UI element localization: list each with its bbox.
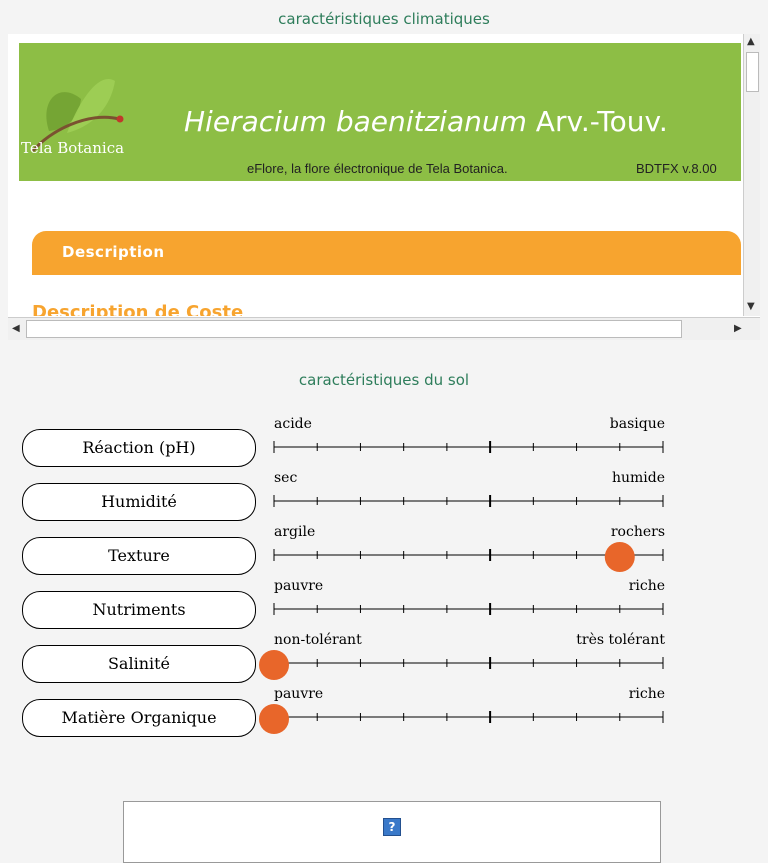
scale-label: Matière Organique xyxy=(22,699,256,737)
scale-value-marker xyxy=(259,704,289,734)
scale-label: Humidité xyxy=(22,483,256,521)
scale-max-label: riche xyxy=(628,578,665,594)
scale-value-marker xyxy=(604,542,635,572)
scale-max-label: rochers xyxy=(610,524,665,540)
scale-label: Salinité xyxy=(22,645,256,683)
scale-value-marker xyxy=(259,650,289,680)
scale-label: Nutriments xyxy=(22,591,256,629)
help-icon[interactable]: ? xyxy=(383,818,401,836)
scale-max-label: riche xyxy=(628,686,665,702)
scale-min-label: pauvre xyxy=(274,578,324,594)
scale-max-label: basique xyxy=(609,416,665,432)
scale-label: Réaction (pH) xyxy=(22,429,256,467)
help-panel: ? xyxy=(123,801,661,863)
scale-min-label: acide xyxy=(274,416,312,432)
scale-label: Texture xyxy=(22,537,256,575)
scale-min-label: argile xyxy=(274,524,316,540)
scale-min-label: non-tolérant xyxy=(274,632,362,648)
scale-min-label: sec xyxy=(274,470,298,486)
scale-max-label: humide xyxy=(611,470,665,486)
scale-min-label: pauvre xyxy=(274,686,324,702)
scale-max-label: très tolérant xyxy=(576,632,665,648)
